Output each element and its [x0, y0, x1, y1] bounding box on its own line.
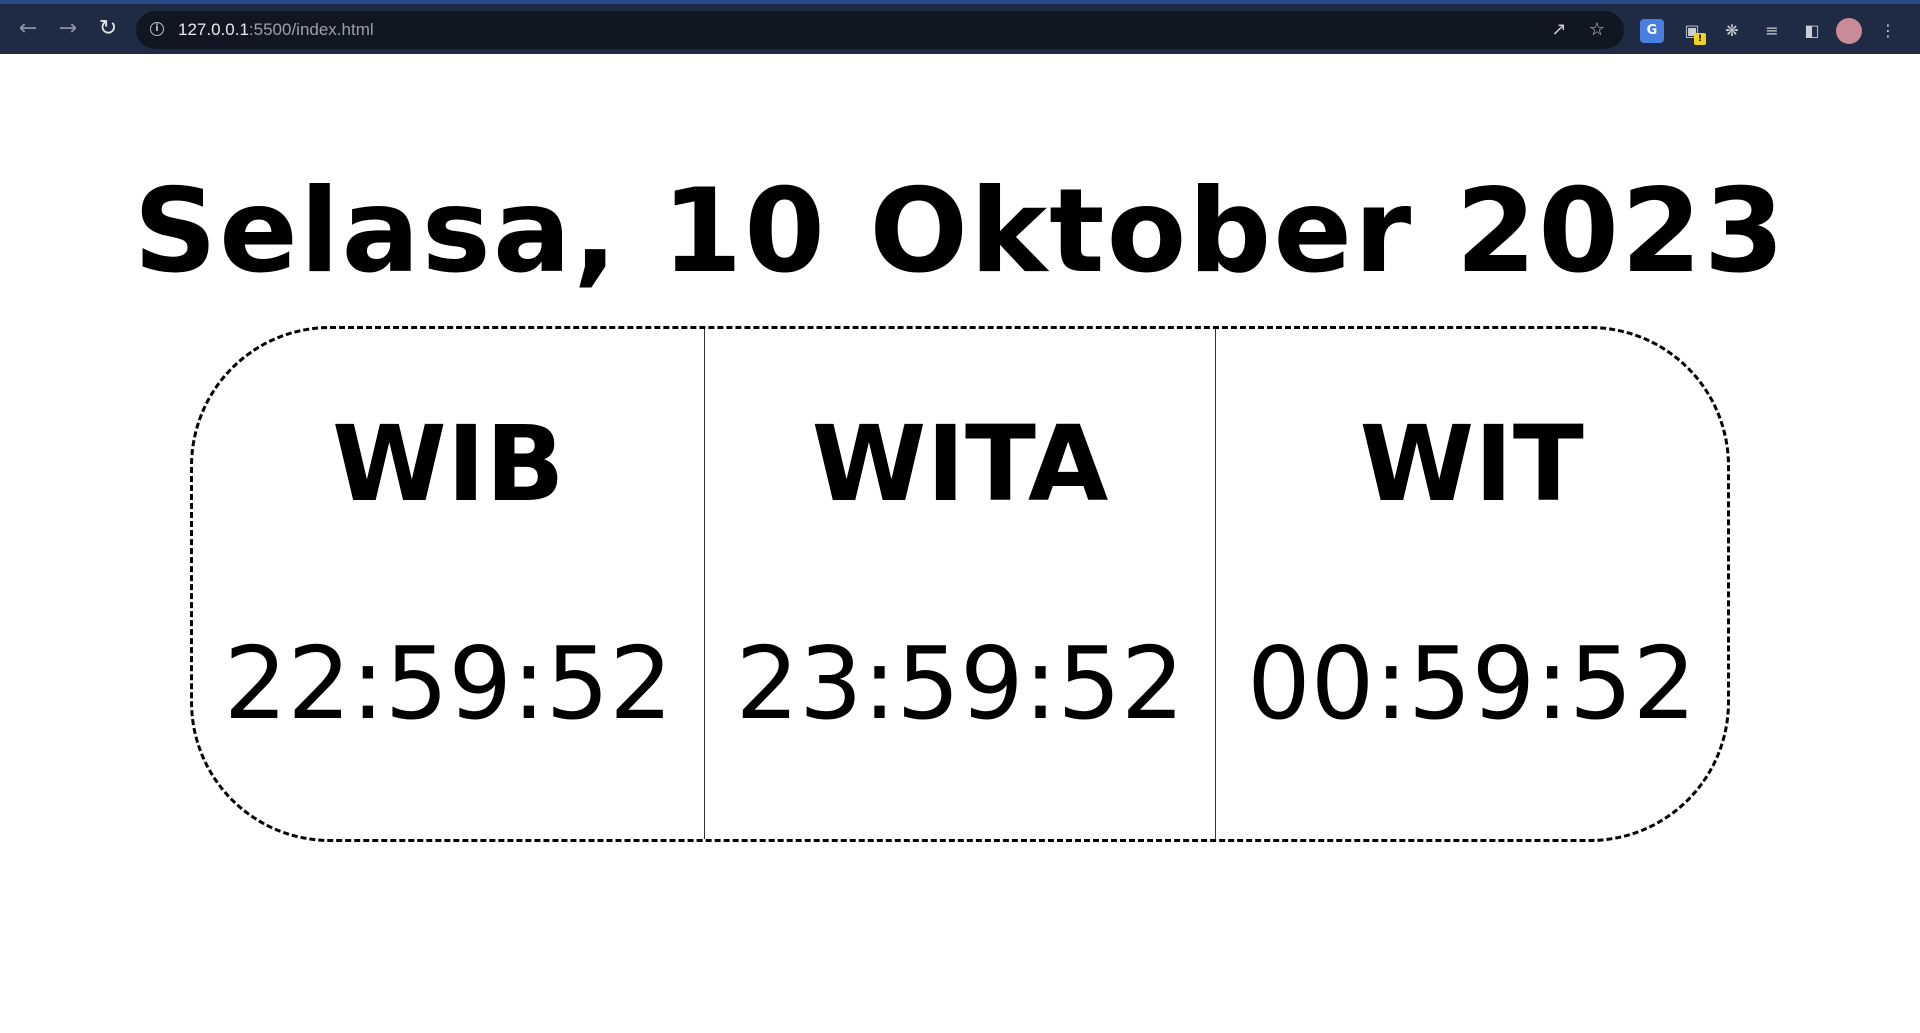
zone-name: WITA: [811, 403, 1109, 525]
page-title: Selasa, 10 Oktober 2023: [133, 164, 1787, 299]
site-info-icon[interactable]: i: [150, 22, 164, 36]
bookmark-star-icon[interactable]: ☆: [1586, 19, 1608, 41]
zone-name: WIT: [1359, 403, 1584, 525]
side-panel-icon[interactable]: ◧: [1800, 19, 1824, 43]
zone-wib: WIB 22:59:52: [193, 329, 704, 839]
browser-toolbar: ← → ↻ i 127.0.0.1:5500/index.html ↗ ☆ G …: [0, 0, 1920, 54]
zone-wit: WIT 00:59:52: [1215, 329, 1727, 839]
page-content: Selasa, 10 Oktober 2023 WIB 22:59:52 WIT…: [0, 54, 1920, 1033]
zone-wita: WITA 23:59:52: [703, 329, 1216, 839]
zone-time: 22:59:52: [223, 625, 673, 742]
profile-avatar-icon[interactable]: [1836, 18, 1862, 44]
url-path: :5500/index.html: [248, 20, 374, 39]
puzzle-extensions-icon[interactable]: ❋: [1720, 19, 1744, 43]
zone-name: WIB: [331, 403, 565, 525]
extensions-area: G ▣! ❋ ≡ ◧ ⋮: [1636, 11, 1916, 49]
zone-time: 23:59:52: [735, 625, 1185, 742]
extension-badge: !: [1694, 33, 1706, 45]
address-bar[interactable]: i 127.0.0.1:5500/index.html ↗ ☆: [136, 11, 1624, 49]
reading-list-icon[interactable]: ≡: [1760, 19, 1784, 43]
share-icon[interactable]: ↗: [1548, 19, 1570, 41]
forward-arrow-icon[interactable]: →: [54, 15, 82, 43]
translate-extension-icon[interactable]: G: [1640, 19, 1664, 43]
reload-icon[interactable]: ↻: [94, 15, 122, 43]
clock-container: WIB 22:59:52 WITA 23:59:52 WIT 00:59:52: [190, 326, 1730, 842]
zone-time: 00:59:52: [1247, 625, 1697, 742]
extension-icon[interactable]: ▣!: [1680, 19, 1706, 45]
menu-kebab-icon[interactable]: ⋮: [1876, 19, 1900, 43]
url-host: 127.0.0.1: [178, 20, 249, 39]
back-arrow-icon[interactable]: ←: [14, 15, 42, 43]
url-text[interactable]: 127.0.0.1:5500/index.html: [178, 20, 374, 40]
